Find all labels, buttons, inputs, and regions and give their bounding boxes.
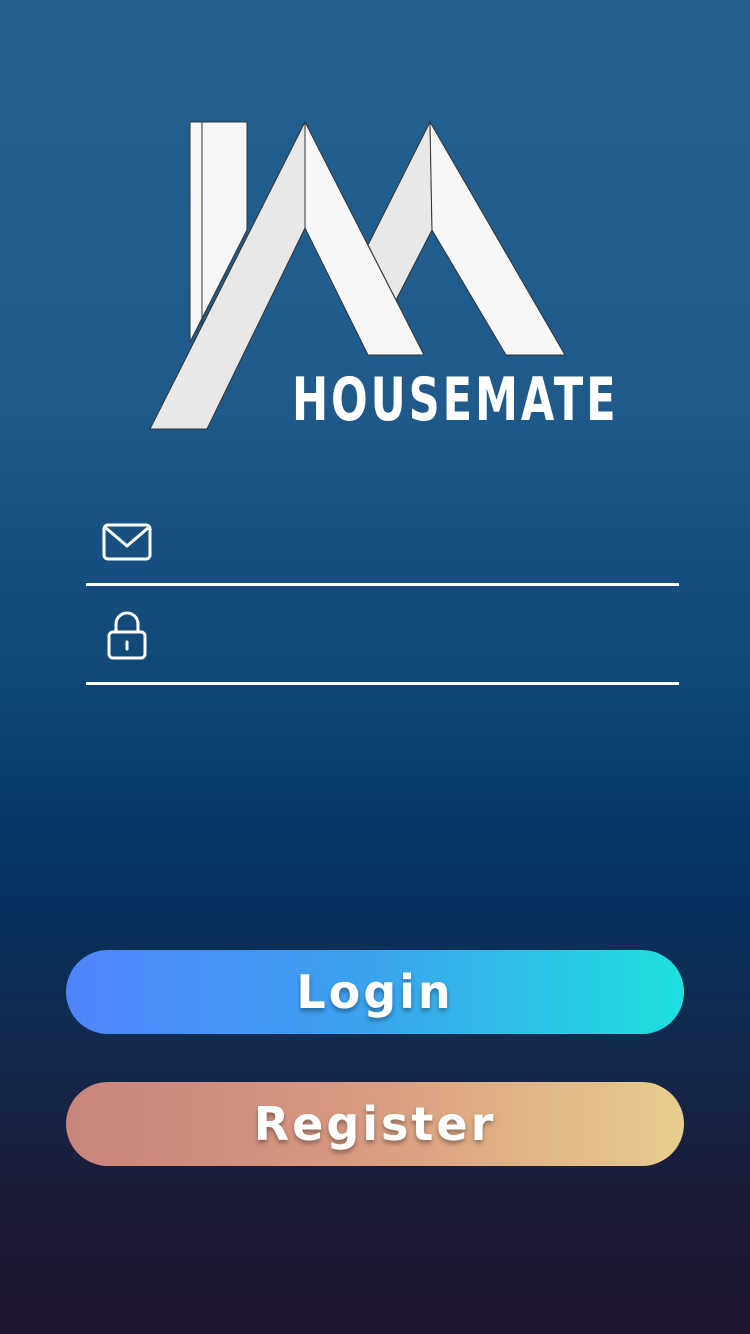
register-button[interactable]: Register xyxy=(66,1082,684,1166)
email-input[interactable] xyxy=(176,511,670,569)
password-input[interactable] xyxy=(176,610,670,668)
password-field[interactable] xyxy=(86,590,679,685)
email-field[interactable] xyxy=(86,491,679,586)
envelope-icon xyxy=(100,517,154,571)
housemate-logo: HOUSEMATE xyxy=(140,110,619,440)
login-screen: HOUSEMATE Login Register xyxy=(0,0,750,1334)
lock-icon xyxy=(100,608,154,662)
brand-name: HOUSEMATE xyxy=(292,365,619,435)
login-button[interactable]: Login xyxy=(66,950,684,1034)
